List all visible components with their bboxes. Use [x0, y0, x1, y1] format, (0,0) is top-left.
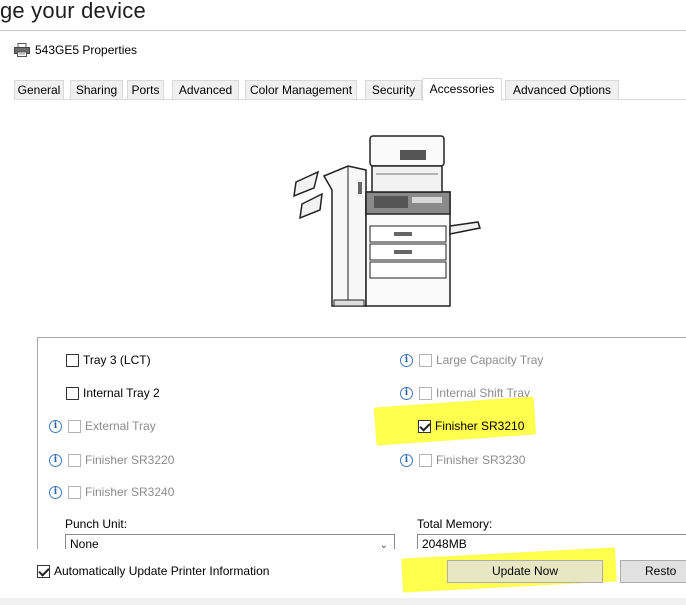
total-memory-value: 2048MB [422, 537, 467, 549]
accessories-options-group: Tray 3 (LCT) Internal Tray 2 i External … [37, 337, 686, 549]
internal-shift-tray-checkbox [419, 386, 432, 400]
tab-security[interactable]: Security [365, 80, 422, 99]
option-tray3-lct[interactable]: Tray 3 (LCT) [66, 352, 151, 368]
total-memory-label: Total Memory: [417, 517, 493, 531]
finisher-sr3230-checkbox [419, 453, 432, 467]
finisher-sr3240-checkbox [68, 485, 81, 499]
option-finisher-sr3240: i Finisher SR3240 [49, 484, 174, 500]
option-label: Finisher SR3230 [436, 453, 526, 467]
tab-general[interactable]: General [14, 80, 64, 99]
tab-strip: General Sharing Ports Advanced Color Man… [14, 78, 686, 101]
auto-update-label: Automatically Update Printer Information [54, 564, 270, 578]
info-icon[interactable]: i [400, 353, 413, 367]
punch-unit-label: Punch Unit: [65, 517, 128, 531]
tray3-checkbox[interactable] [66, 353, 79, 367]
option-label: Large Capacity Tray [436, 353, 544, 367]
tab-ports[interactable]: Ports [127, 80, 164, 99]
heading-divider [0, 30, 686, 31]
info-icon[interactable]: i [49, 419, 62, 433]
tab-accessories[interactable]: Accessories [422, 78, 502, 101]
option-label: Finisher SR3240 [85, 485, 175, 499]
checkmark-icon [419, 419, 431, 432]
option-finisher-sr3220: i Finisher SR3220 [49, 452, 174, 468]
auto-update-checkbox[interactable] [37, 564, 50, 578]
option-finisher-sr3230: i Finisher SR3230 [400, 452, 525, 468]
tab-sharing[interactable]: Sharing [70, 80, 123, 99]
finisher-sr3220-checkbox [68, 453, 81, 467]
info-icon[interactable]: i [49, 453, 62, 467]
punch-unit-value: None [70, 537, 99, 549]
option-large-capacity-tray: i Large Capacity Tray [400, 352, 543, 368]
external-tray-checkbox [68, 419, 81, 433]
option-finisher-sr3210[interactable]: Finisher SR3210 [418, 418, 524, 434]
finisher-sr3210-checkbox[interactable] [418, 419, 431, 433]
tab-advanced[interactable]: Advanced [172, 80, 239, 99]
printer-icon [14, 43, 30, 57]
window-title: 543GE5 Properties [35, 43, 138, 57]
option-label: External Tray [85, 419, 156, 433]
option-external-tray: i External Tray [49, 418, 156, 434]
large-capacity-tray-checkbox [419, 353, 432, 367]
dialog-footer [0, 598, 686, 605]
option-label: Tray 3 (LCT) [83, 353, 151, 367]
option-label: Finisher SR3210 [435, 419, 525, 433]
option-internal-tray2[interactable]: Internal Tray 2 [66, 385, 160, 401]
checkmark-icon [38, 564, 50, 577]
chevron-down-icon: ⌄ [379, 540, 388, 549]
printer-illustration [293, 135, 481, 307]
info-icon[interactable]: i [400, 386, 413, 400]
page-heading: ge your device [0, 0, 146, 23]
tab-advanced-options[interactable]: Advanced Options [505, 80, 619, 99]
window-title-bar: 543GE5 Properties [14, 41, 137, 59]
tab-color-management[interactable]: Color Management [245, 80, 357, 99]
info-icon[interactable]: i [49, 485, 62, 499]
total-memory-select[interactable]: 2048MB [417, 534, 686, 549]
option-label: Internal Tray 2 [83, 386, 160, 400]
info-icon[interactable]: i [400, 453, 413, 467]
internal-tray2-checkbox[interactable] [66, 386, 79, 400]
update-now-button[interactable]: Update Now [447, 560, 603, 583]
option-label: Finisher SR3220 [85, 453, 175, 467]
punch-unit-select[interactable]: None ⌄ [65, 534, 395, 549]
restore-button[interactable]: Resto [620, 560, 686, 583]
auto-update-option[interactable]: Automatically Update Printer Information [37, 563, 269, 579]
tab-strip-baseline [14, 99, 686, 100]
